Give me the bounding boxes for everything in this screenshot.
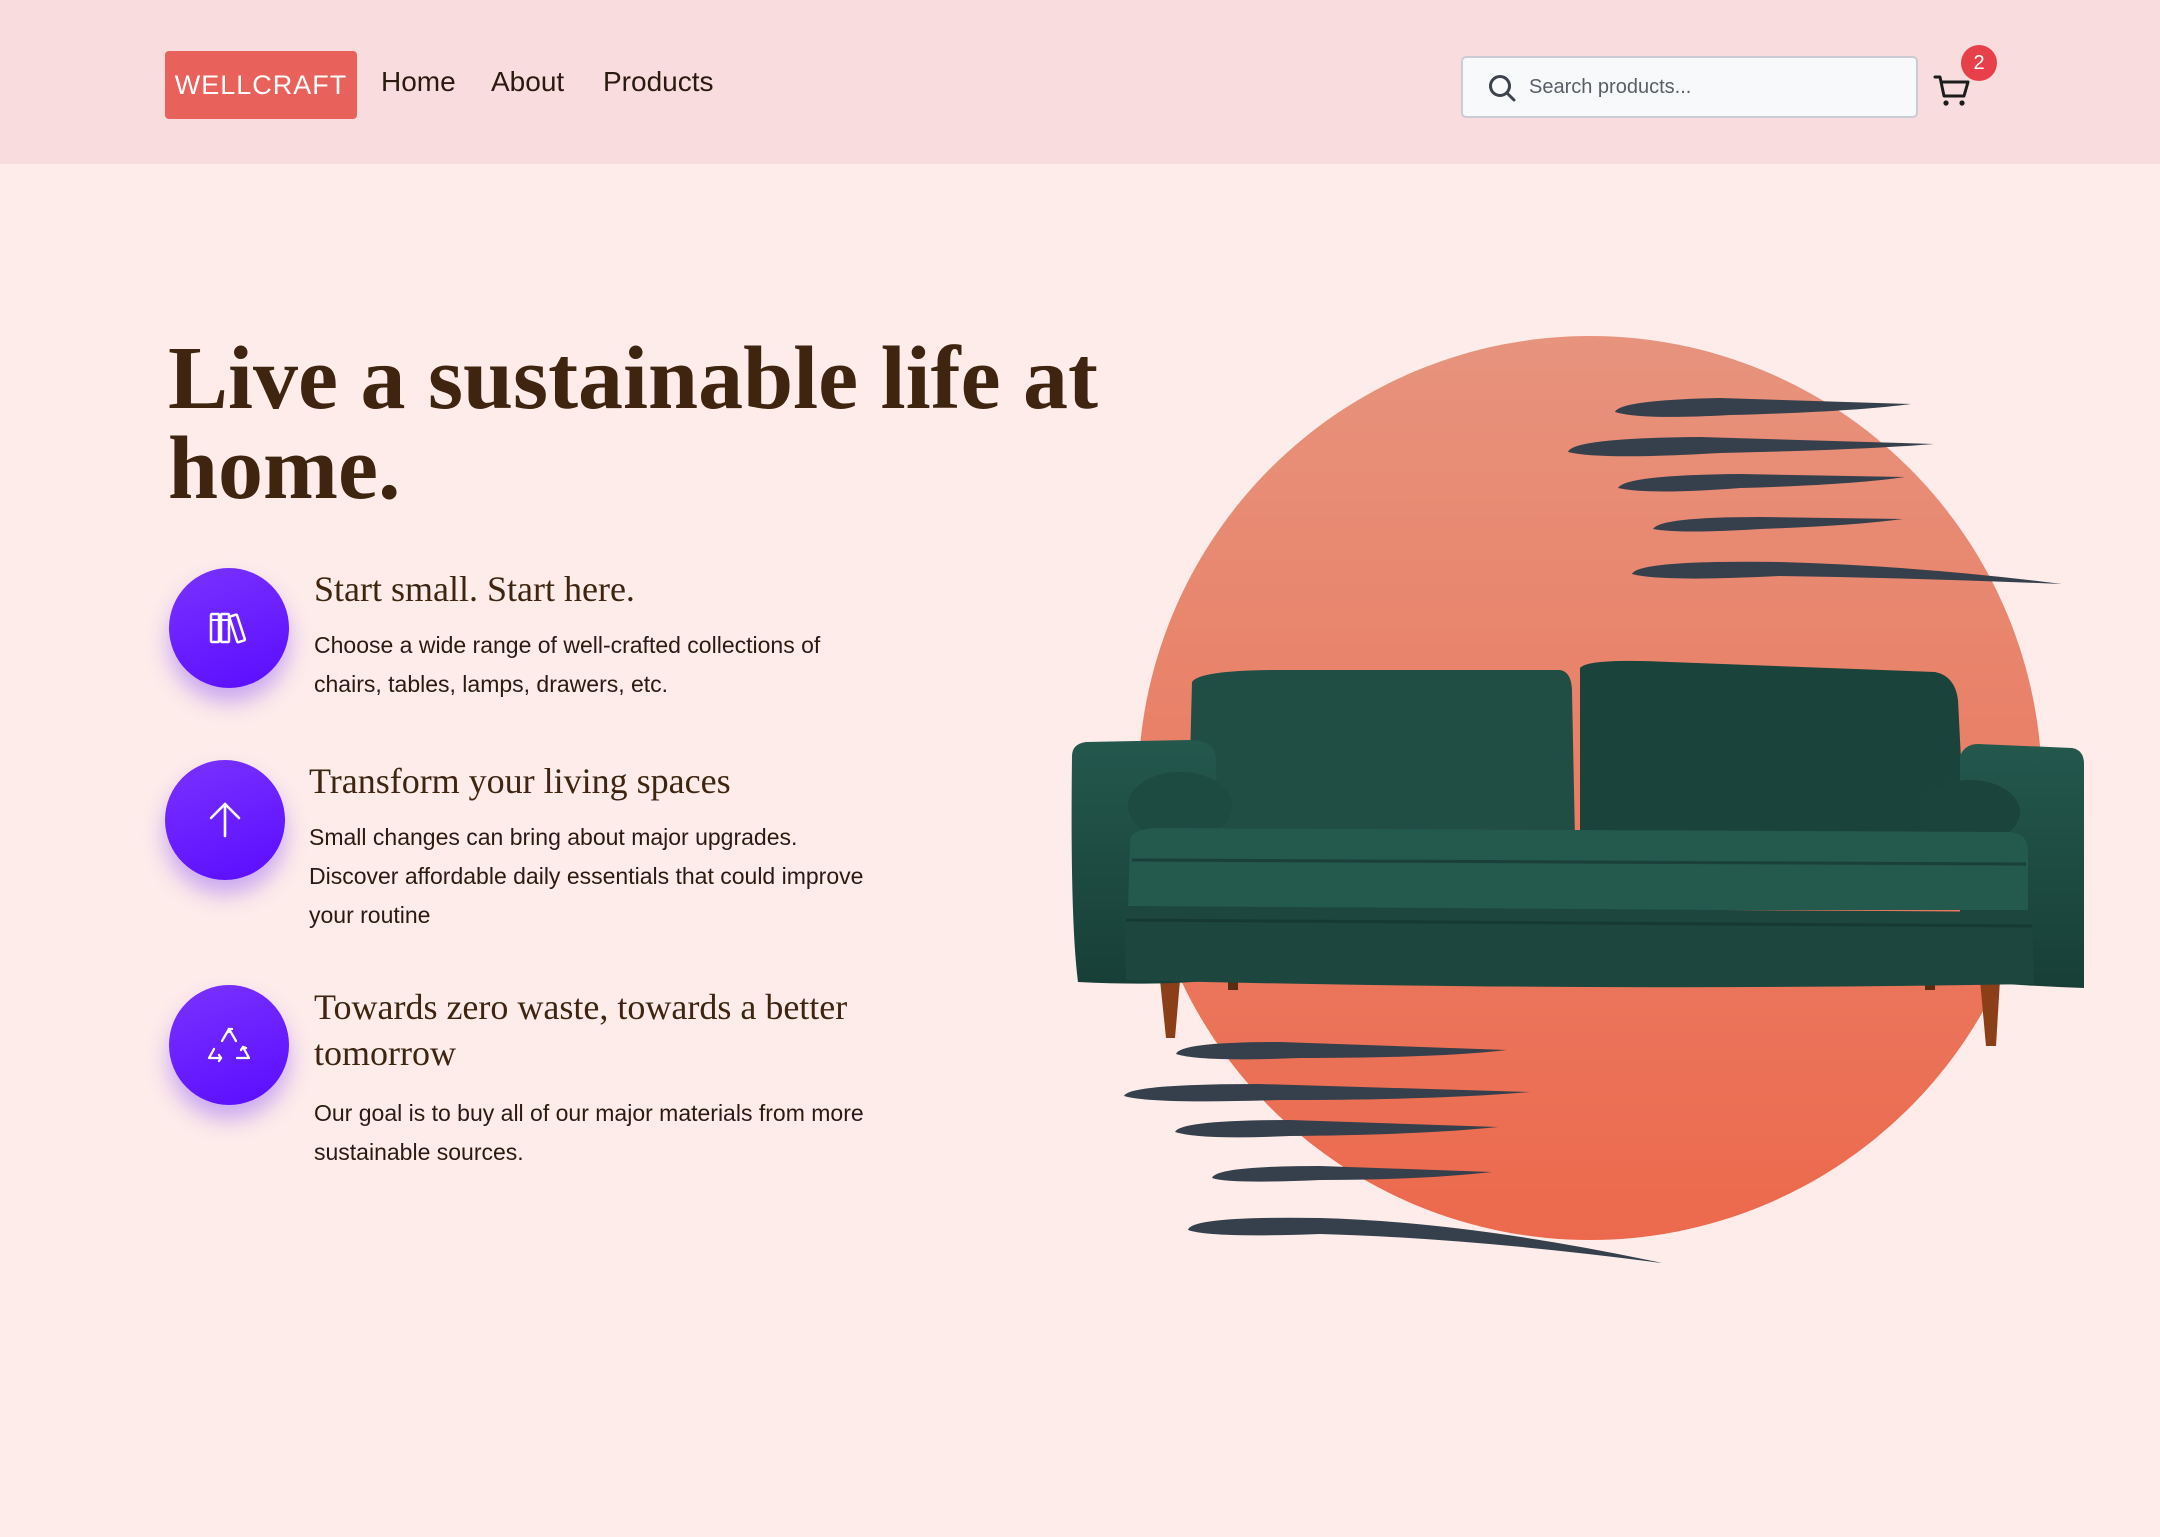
feature-description: Our goal is to buy all of our major mate… [314, 1100, 864, 1165]
cart-count-badge: 2 [1961, 45, 1997, 81]
nav-products-link[interactable]: Products [603, 66, 714, 98]
search-input[interactable] [1529, 68, 1899, 106]
search-icon [1489, 75, 1516, 102]
feature-title: Towards zero waste, towards a better tom… [314, 987, 848, 1073]
site-header: WELLCRAFT Home About Products 2 [0, 0, 2160, 164]
feature-description: Small changes can bring about major upgr… [309, 824, 864, 928]
hero-title: Live a sustainable life at home. [168, 329, 1099, 518]
nav-about-link[interactable]: About [491, 66, 564, 98]
feature-title: Transform your living spaces [309, 761, 731, 801]
search-box[interactable] [1461, 56, 1918, 118]
logo[interactable]: WELLCRAFT [165, 51, 357, 119]
feature-title: Start small. Start here. [314, 569, 635, 609]
sofa-illustration [1071, 336, 2084, 1263]
nav-home-link[interactable]: Home [381, 66, 456, 98]
books-icon [169, 568, 289, 688]
recycle-icon [169, 985, 289, 1105]
feature-description: Choose a wide range of well-crafted coll… [314, 632, 821, 697]
arrow-up-icon [165, 760, 285, 880]
